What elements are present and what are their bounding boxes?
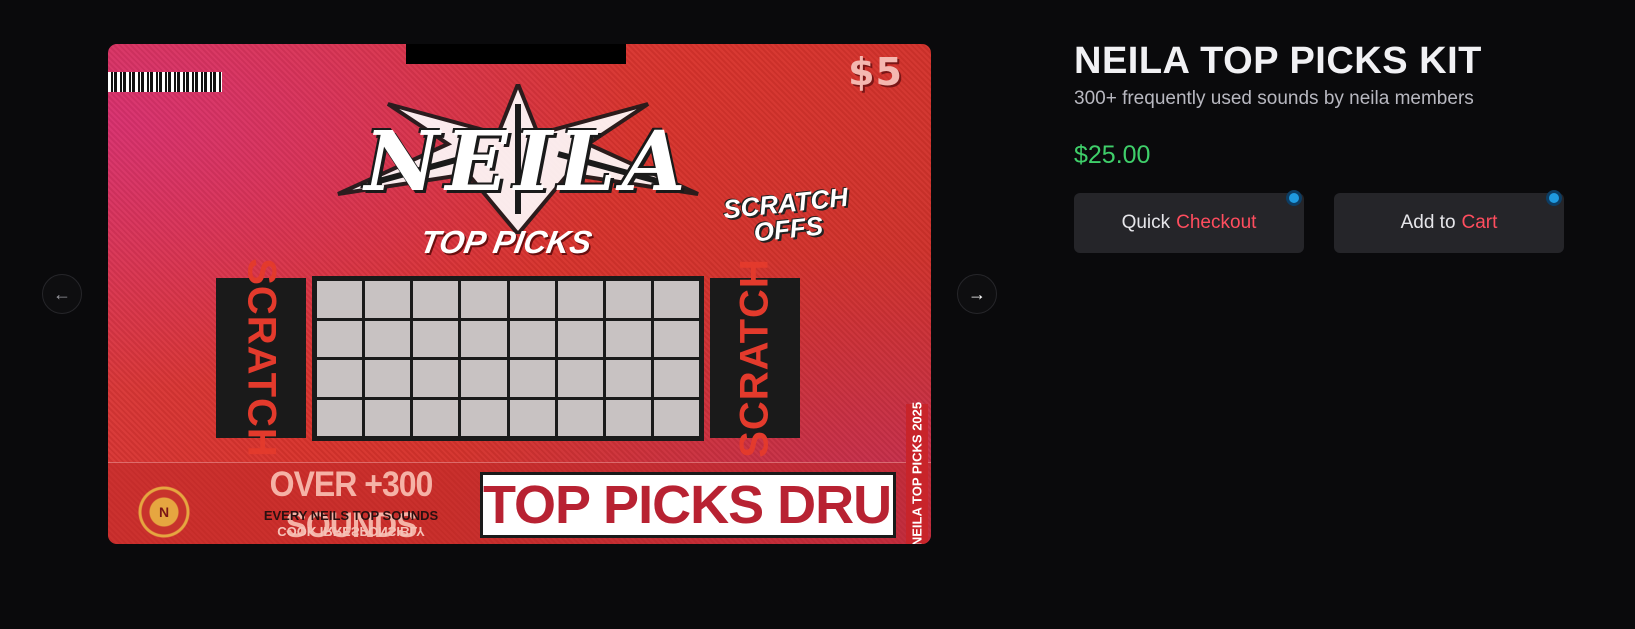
scratch-grid (312, 276, 704, 441)
scratch-cell (653, 360, 699, 397)
scratch-left-text: SCRATCH (239, 258, 284, 458)
artwork-top-picks: TOP PICKS (417, 224, 595, 260)
scratch-cell (509, 281, 555, 318)
arrow-left-icon: ← (53, 283, 71, 304)
scratch-cell (365, 360, 411, 397)
product-price: $25.00 (1074, 141, 1151, 169)
scratch-cell (317, 281, 363, 318)
add-to-cart-button[interactable]: Add to Cart (1334, 193, 1564, 253)
scratch-cell (317, 320, 363, 357)
scratch-cell (365, 399, 411, 436)
scratch-cell (509, 399, 555, 436)
product-subtitle: 300+ frequently used sounds by neila mem… (1074, 88, 1474, 109)
scratch-cell (653, 281, 699, 318)
scratch-cell (365, 281, 411, 318)
scratch-cell (605, 320, 651, 357)
scratch-cell (653, 399, 699, 436)
drum-kit-banner: TOP PICKS DRUM KIT (480, 472, 896, 538)
scratch-label-left: SCRATCH (216, 258, 306, 458)
scratch-cell (413, 399, 459, 436)
add-to-cart-prefix: Add to (1400, 212, 1456, 233)
scratch-cell (413, 320, 459, 357)
scratch-cell (509, 360, 555, 397)
every-sounds-text: EVERY NEILS TOP SOUNDS (263, 508, 439, 523)
scratch-cell (605, 281, 651, 318)
quick-checkout-prefix: Quick (1121, 212, 1171, 233)
quick-checkout-button[interactable]: Quick Checkout (1074, 193, 1304, 253)
scratch-cell (557, 281, 603, 318)
add-to-cart-accent: Cart (1461, 212, 1498, 233)
vertical-year-text: NEILA TOP PICKS 2025 (909, 401, 925, 544)
quick-checkout-accent: Checkout (1176, 212, 1257, 233)
scratch-cell (557, 399, 603, 436)
scratch-cell (413, 360, 459, 397)
scratch-cell (317, 360, 363, 397)
artwork-price-tag: $5 (848, 50, 903, 94)
scratch-label-right: SCRATCH (710, 258, 800, 458)
cook-text: COOK IRRESPONSIBLY (277, 524, 425, 539)
scratch-cell (557, 360, 603, 397)
scratch-cell (461, 399, 507, 436)
product-title: NEILA TOP PICKS KIT (1074, 40, 1482, 82)
scratch-cell (461, 281, 507, 318)
barcode (108, 72, 222, 92)
scratch-cell (653, 320, 699, 357)
scratch-cell (605, 399, 651, 436)
cart-indicator-dot (1546, 190, 1562, 206)
scratch-cell (461, 320, 507, 357)
carousel-next-button[interactable]: → (957, 274, 997, 314)
badge-letter: N (158, 504, 170, 520)
logo-text: NEILA (364, 114, 692, 210)
product-image[interactable]: $5 NEILA TOP PICKS SCRATCH OFFS SCRATCH … (108, 44, 931, 544)
vertical-year-label: NEILA TOP PICKS 2025 (906, 401, 928, 544)
scratch-cell (557, 320, 603, 357)
scratch-cell (365, 320, 411, 357)
scratch-cell (413, 281, 459, 318)
image-notch (406, 44, 626, 64)
sun-badge-icon: N (124, 472, 204, 544)
carousel-prev-button[interactable]: ← (42, 274, 82, 314)
arrow-right-icon: → (968, 283, 986, 304)
scratch-cell (461, 360, 507, 397)
scratch-right-text: SCRATCH (732, 258, 777, 458)
scratch-cell (509, 320, 555, 357)
checkout-indicator-dot (1286, 190, 1302, 206)
scratch-cell (605, 360, 651, 397)
scratch-cell (317, 399, 363, 436)
